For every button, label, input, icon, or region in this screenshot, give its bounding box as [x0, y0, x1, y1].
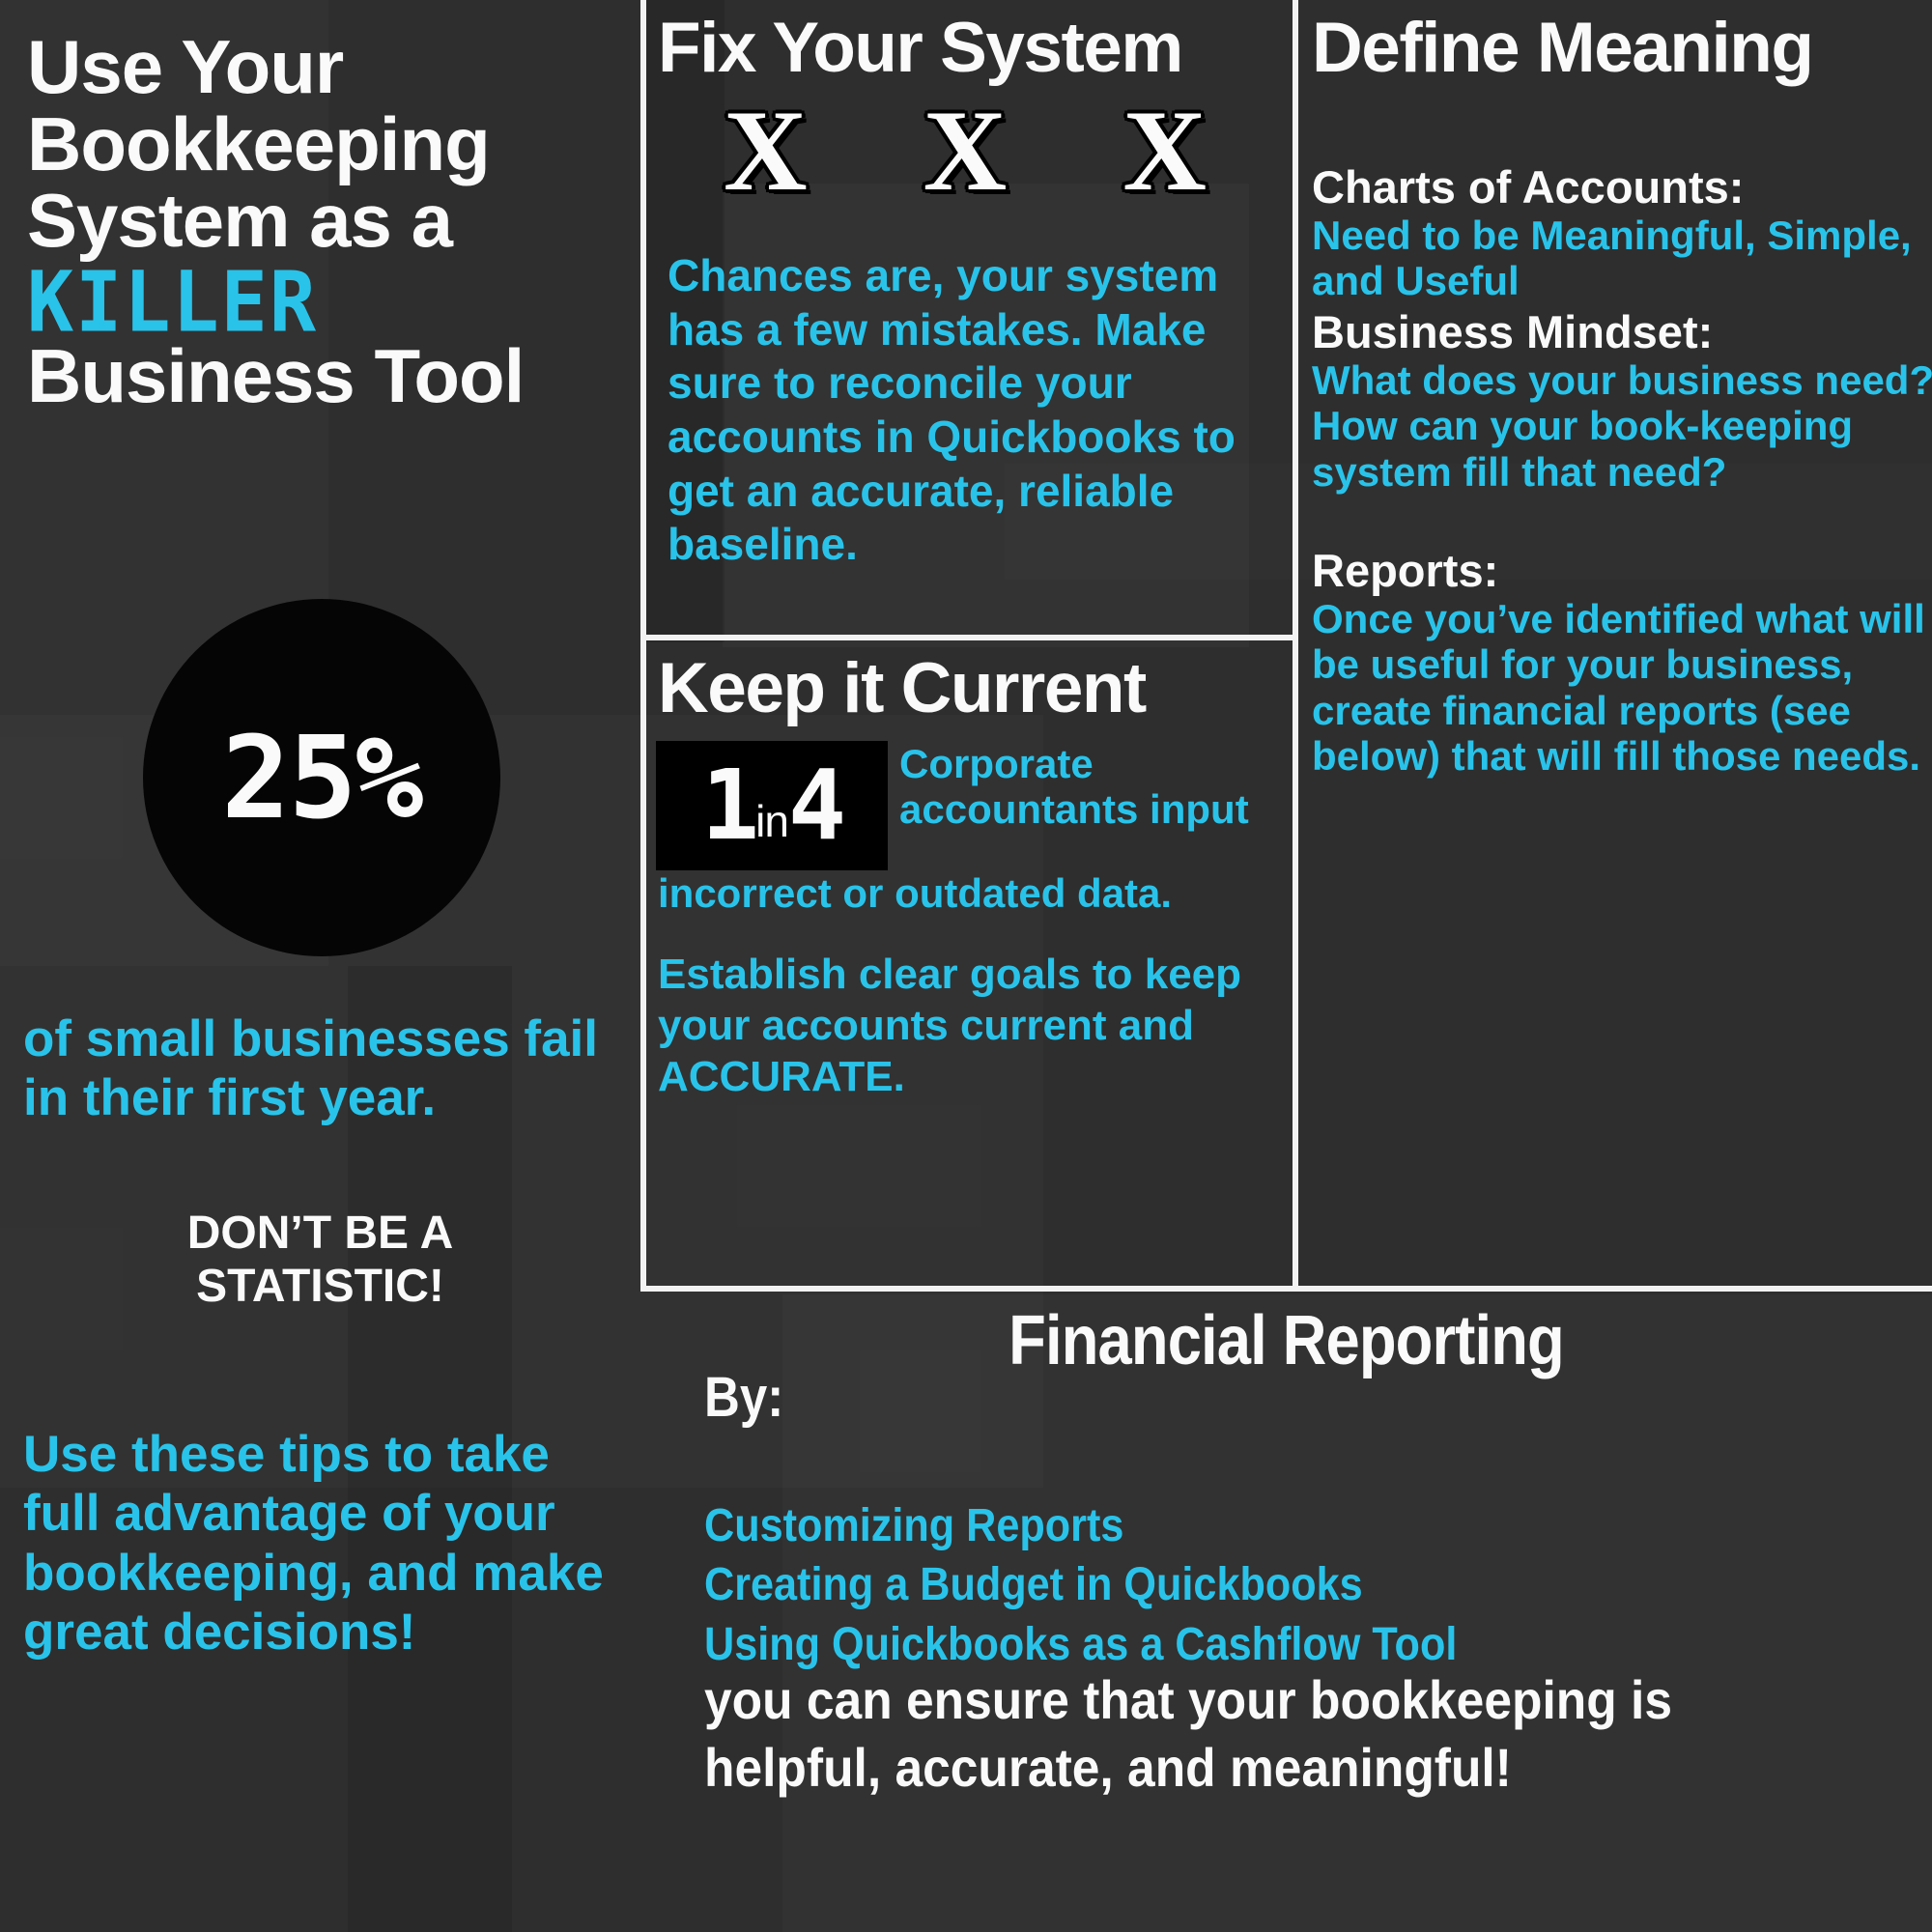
define-block-business-mindset: Business Mindset: What does your busines… [1312, 307, 1932, 495]
fix-system-title: Fix Your System [658, 9, 1183, 87]
define-block-reports: Reports: Once you’ve identified what wil… [1312, 546, 1932, 780]
list-item: Creating a Budget in Quickbooks [704, 1559, 1363, 1611]
define-block-heading: Business Mindset: [1312, 306, 1714, 357]
page-title: Use Your Bookkeeping System as a KILLER … [27, 28, 616, 415]
ratio-word: in [755, 796, 789, 846]
ratio-denominator: 4 [787, 749, 846, 862]
ratio-stat-box: 1 in 4 [656, 741, 888, 870]
keep-current-title: Keep it Current [658, 649, 1147, 727]
page-title-line-1: Use Your [27, 24, 344, 109]
list-item: Customizing Reports [704, 1500, 1124, 1551]
fix-system-body: Chances are, your system has a few mista… [668, 250, 1236, 570]
define-block-body: What does your business need? How can yo… [1312, 356, 1932, 495]
divider-vertical-right [1293, 0, 1298, 1286]
stat-number: 25% [221, 711, 423, 844]
financial-reporting-by-label: By: [704, 1366, 784, 1429]
stat-circle: 25% [143, 599, 500, 956]
define-block-body: Once you’ve identified what will be usef… [1312, 595, 1925, 780]
keep-current-stat-lead: Corporate accountants input [899, 741, 1249, 833]
financial-reporting-title: Financial Reporting [1009, 1302, 1565, 1379]
keep-current-goals: Establish clear goals to keep your accou… [658, 951, 1242, 1100]
define-meaning-title: Define Meaning [1312, 9, 1814, 87]
dont-be-line-2: STATISTIC! [196, 1260, 444, 1312]
stat-caption: of small businesses fail in their first … [23, 1010, 599, 1127]
panel-fix-your-system: Fix Your System X X X Chances are, your … [646, 0, 1293, 635]
left-closing-text: Use these tips to take full advantage of… [23, 1426, 604, 1662]
panel-define-meaning: Define Meaning Charts of Accounts: Need … [1298, 0, 1932, 1286]
page-title-line-2: Bookkeeping [27, 100, 491, 186]
financial-reporting-closing: you can ensure that your bookkeeping is … [704, 1669, 1673, 1798]
x-marks-row: X X X [724, 93, 1207, 209]
left-column: Use Your Bookkeeping System as a KILLER … [0, 0, 640, 1932]
keep-current-stat-tail: incorrect or outdated data. [658, 870, 1173, 916]
define-block-heading: Charts of Accounts: [1312, 161, 1745, 213]
page-title-emphasis: KILLER [27, 253, 318, 351]
divider-vertical-left [640, 0, 646, 1286]
divider-horizontal-bottom [640, 1286, 1932, 1292]
financial-reporting-list: Customizing Reports Creating a Budget in… [704, 1496, 1863, 1674]
page-title-line-3: System as a [27, 178, 453, 264]
divider-horizontal-middle [640, 635, 1293, 640]
infographic-canvas: Use Your Bookkeeping System as a KILLER … [0, 0, 1932, 1932]
x-mark-icon: X [1122, 86, 1207, 214]
panel-keep-it-current: Keep it Current 1 in 4 Corporate account… [646, 640, 1293, 1286]
define-block-heading: Reports: [1312, 545, 1499, 596]
panel-financial-reporting: Financial Reporting By: Customizing Repo… [646, 1292, 1932, 1932]
define-block-body: Need to be Meaningful, Simple, and Usefu… [1312, 212, 1912, 304]
x-mark-icon: X [923, 86, 1008, 214]
define-block-charts-of-accounts: Charts of Accounts: Need to be Meaningfu… [1312, 162, 1932, 304]
dont-be-line-1: DON’T BE A [186, 1208, 454, 1259]
dont-be-a-statistic: DON’T BE A STATISTIC! [23, 1208, 617, 1313]
x-mark-icon: X [724, 86, 808, 214]
ratio-numerator: 1 [700, 749, 759, 862]
